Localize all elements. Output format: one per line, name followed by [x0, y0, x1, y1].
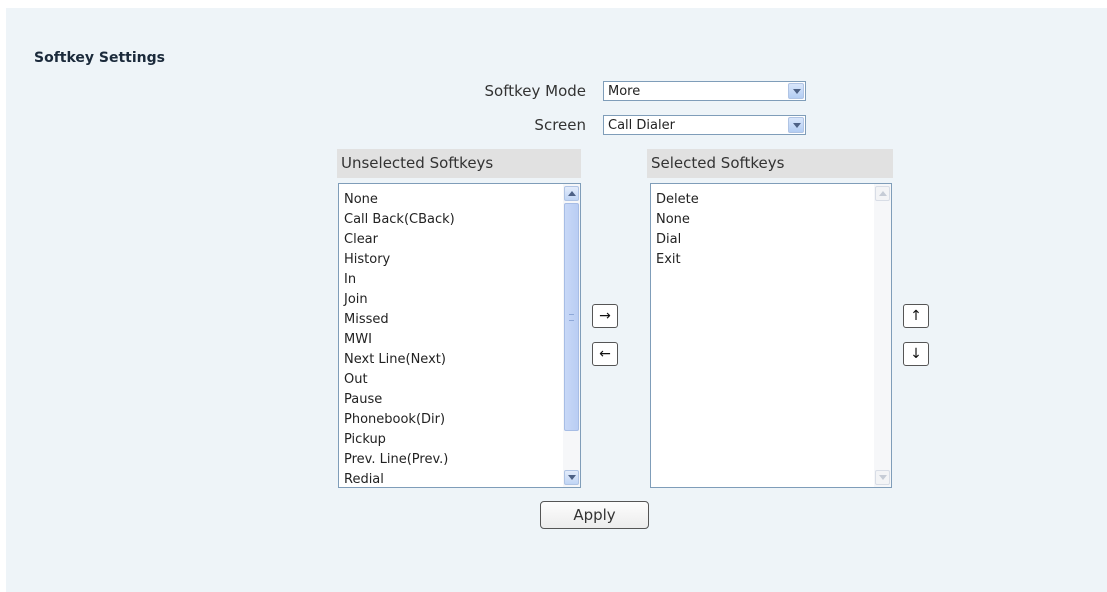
- selected-softkeys-header: Selected Softkeys: [647, 149, 893, 178]
- unselected-softkeys-header: Unselected Softkeys: [337, 149, 581, 178]
- list-item[interactable]: Out: [344, 370, 455, 390]
- chevron-down-icon[interactable]: [788, 117, 804, 133]
- screen-label: Screen: [534, 116, 586, 134]
- move-left-button[interactable]: ←: [592, 342, 618, 366]
- scroll-up-icon[interactable]: [564, 186, 579, 201]
- list-item[interactable]: Dial: [656, 230, 699, 250]
- selected-items: Delete None Dial Exit: [656, 190, 699, 270]
- list-item[interactable]: In: [344, 270, 455, 290]
- unselected-softkeys-list[interactable]: None Call Back(CBack) Clear History In Join Mi…: [338, 183, 581, 488]
- softkey-mode-value: More: [608, 84, 641, 99]
- list-item[interactable]: History: [344, 250, 455, 270]
- list-item[interactable]: Clear: [344, 230, 455, 250]
- list-item[interactable]: Pickup: [344, 430, 455, 450]
- move-down-button[interactable]: ↓: [903, 342, 929, 366]
- list-item[interactable]: Next Line(Next): [344, 350, 455, 370]
- unselected-items: None Call Back(CBack) Clear History In Join Mi…: [344, 190, 455, 487]
- list-item[interactable]: Phonebook(Dir): [344, 410, 455, 430]
- scroll-down-icon[interactable]: [564, 470, 579, 485]
- softkey-mode-select[interactable]: More: [603, 81, 806, 101]
- selected-scrollbar: [874, 184, 891, 487]
- move-up-button[interactable]: ↑: [903, 304, 929, 328]
- list-item[interactable]: Join: [344, 290, 455, 310]
- list-item[interactable]: Exit: [656, 250, 699, 270]
- list-item[interactable]: Pause: [344, 390, 455, 410]
- scroll-thumb[interactable]: [564, 203, 579, 431]
- selected-softkeys-list[interactable]: Delete None Dial Exit: [650, 183, 892, 488]
- screen-select[interactable]: Call Dialer: [603, 115, 806, 135]
- list-item[interactable]: Missed: [344, 310, 455, 330]
- list-item[interactable]: MWI: [344, 330, 455, 350]
- scroll-up-icon: [875, 186, 890, 201]
- softkey-mode-label: Softkey Mode: [484, 82, 587, 100]
- unselected-scrollbar[interactable]: [563, 184, 580, 487]
- screen-value: Call Dialer: [608, 118, 675, 133]
- scroll-down-icon: [875, 470, 890, 485]
- section-title: Softkey Settings: [34, 50, 165, 66]
- list-item[interactable]: Call Back(CBack): [344, 210, 455, 230]
- list-item[interactable]: Redial: [344, 470, 455, 487]
- apply-button[interactable]: Apply: [540, 501, 649, 529]
- move-right-button[interactable]: →: [592, 304, 618, 328]
- list-item[interactable]: Prev. Line(Prev.): [344, 450, 455, 470]
- chevron-down-icon[interactable]: [788, 83, 804, 99]
- list-item[interactable]: None: [344, 190, 455, 210]
- list-item[interactable]: None: [656, 210, 699, 230]
- list-item[interactable]: Delete: [656, 190, 699, 210]
